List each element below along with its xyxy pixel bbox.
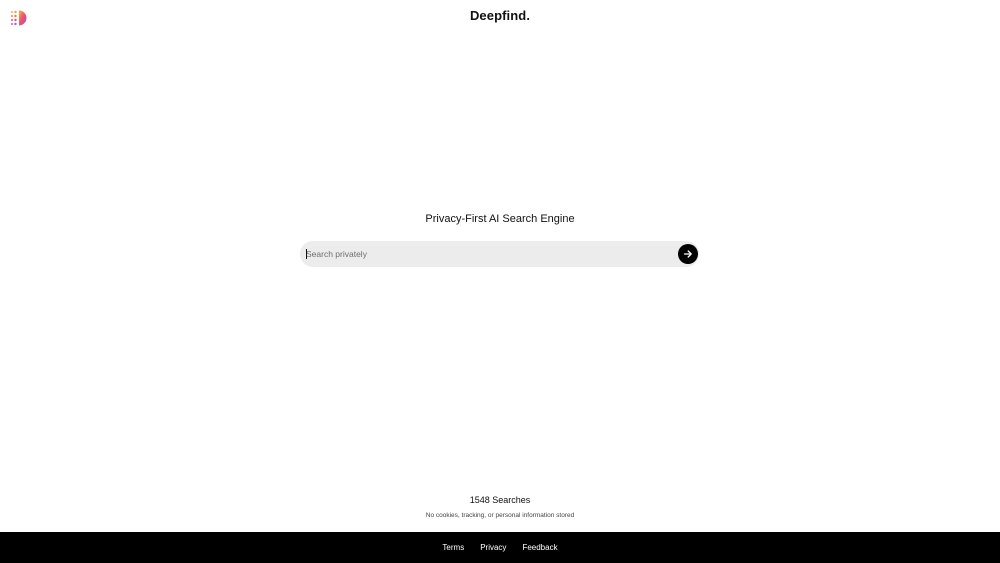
tagline: Privacy-First AI Search Engine	[425, 213, 575, 225]
footer-link-feedback[interactable]: Feedback	[522, 543, 557, 552]
footer: Terms Privacy Feedback	[0, 532, 1000, 563]
privacy-notice: No cookies, tracking, or personal inform…	[425, 512, 575, 519]
search-count: 1548 Searches	[469, 495, 531, 505]
search-bar	[300, 241, 699, 267]
search-input[interactable]	[306, 241, 666, 267]
footer-link-privacy[interactable]: Privacy	[480, 543, 506, 552]
page: Deepfind. Privacy-First AI Search Engine…	[0, 0, 1000, 563]
text-caret	[306, 249, 307, 259]
footer-link-terms[interactable]: Terms	[442, 543, 464, 552]
search-submit-button[interactable]	[678, 244, 698, 264]
brand-title[interactable]: Deepfind.	[0, 8, 1000, 23]
arrow-right-icon	[683, 250, 692, 258]
